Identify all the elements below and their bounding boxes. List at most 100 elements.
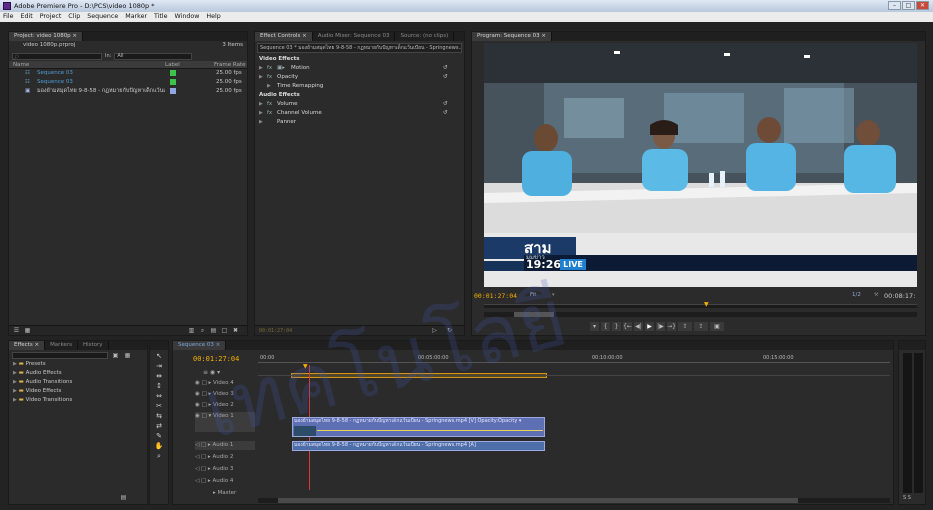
play-audio-icon[interactable]: ▷ [430,326,439,335]
opacity-rubberband[interactable] [317,430,543,431]
col-frame-rate[interactable]: Frame Rate [214,61,246,69]
timeline-scroll-thumb[interactable] [278,498,798,503]
program-time-ruler[interactable] [484,304,917,308]
program-current-timecode[interactable]: 00:01:27:04 [474,292,517,300]
step-back-icon[interactable]: ◀| [634,322,643,331]
menu-sequence[interactable]: Sequence [87,12,118,22]
fx-badge-icon[interactable]: fx [267,100,272,109]
lock-icon[interactable]: □ [202,391,207,397]
export-frame-icon[interactable]: ▣ [710,322,724,331]
speaker-icon[interactable]: ◁ [195,454,199,460]
menu-file[interactable]: File [3,12,14,22]
timeline-scrollbar[interactable] [258,498,890,503]
step-forward-icon[interactable]: |▶ [656,322,665,331]
track-video-4[interactable]: ◉ □ ▸ Video 4 [195,379,255,388]
reset-icon[interactable]: ↺ [443,64,448,73]
hand-tool-icon[interactable]: ✋ [155,442,164,450]
loop-icon[interactable]: ↻ [445,326,454,335]
lock-icon[interactable]: □ [202,413,207,419]
speaker-icon[interactable]: ◁ [195,466,199,472]
go-to-out-icon[interactable]: →} [667,322,676,331]
menu-clip[interactable]: Clip [68,12,80,22]
tab-markers[interactable]: Markers [45,341,78,350]
effect-controls-timecode[interactable]: 00:01:27:04 [259,328,292,334]
minimize-button[interactable]: – [888,1,901,10]
track-master[interactable]: ▸ Master [195,489,255,498]
folder-video-effects[interactable]: ▶ ▬ Video Effects [9,387,147,396]
sequence-clip-select[interactable]: Sequence 03 * มองย้ามสมุดไทย 9-8-58 - กฏ… [257,43,462,53]
disclosure-triangle-icon[interactable]: ▶ [259,109,263,118]
disclosure-triangle-icon[interactable]: ▶ [259,73,263,82]
trash-icon[interactable]: ✖ [231,326,240,335]
rate-stretch-tool-icon[interactable]: ⇔ [156,392,162,400]
lift-icon[interactable]: ⇧ [678,322,692,331]
menu-edit[interactable]: Edit [21,12,33,22]
fit-dropdown-icon[interactable]: ▾ [552,292,555,298]
timeline-ruler[interactable]: 00:00 00:05:00:00 00:10:00:00 00:15:00:0… [258,355,890,363]
effect-opacity[interactable]: ▶ fx Opacity ↺ [255,73,464,82]
marker-icon[interactable]: ▾ [590,322,599,331]
track-video-1[interactable]: ◉ □ ▾ Video 1 [195,412,255,432]
tab-project[interactable]: Project: video 1080p × [9,32,84,41]
effect-time-remapping[interactable]: ▶ Time Remapping [255,82,464,91]
tab-program[interactable]: Program: Sequence 03 × [472,32,553,41]
disclosure-triangle-icon[interactable]: ▶ [259,64,263,73]
tab-effect-controls[interactable]: Effect Controls × [255,32,313,41]
project-search-input[interactable]: 🔎︎ [12,52,102,61]
extract-icon[interactable]: ⇪ [694,322,708,331]
disclosure-triangle-icon[interactable]: ▶ [267,82,271,91]
lock-icon[interactable]: □ [202,380,207,386]
fx-badge-icon[interactable]: fx [267,109,272,118]
disclosure-triangle-icon[interactable]: ▶ [13,370,17,376]
list-view-icon[interactable]: ☰ [12,326,21,335]
tab-history[interactable]: History [78,341,109,350]
folder-audio-effects[interactable]: ▶ ▬ Audio Effects [9,369,147,378]
speaker-icon[interactable]: ◁ [195,442,199,448]
slide-tool-icon[interactable]: ⇄ [156,422,162,430]
accelerated-effects-icon[interactable]: ▣ [111,351,120,360]
audio-clip[interactable]: มองย้ามสมุดไทย 9-8-58 - กฏหมายกับปัญหาเด… [292,441,545,451]
video-clip[interactable]: มองย้ามสมุดไทย 9-8-58 - กฏหมายกับปัญหาเด… [292,417,545,437]
folder-video-transitions[interactable]: ▶ ▬ Video Transitions [9,396,147,405]
lock-icon[interactable]: □ [201,454,206,460]
effect-volume[interactable]: ▶ fx Volume ↺ [255,100,464,109]
in-filter-select[interactable]: All [114,52,193,60]
new-item-icon[interactable]: □ [220,326,229,335]
menu-project[interactable]: Project [40,12,62,22]
menu-help[interactable]: Help [206,12,220,22]
folder-audio-transitions[interactable]: ▶ ▬ Audio Transitions [9,378,147,387]
track-video-2[interactable]: ◉ □ ▸ Video 2 [195,401,255,410]
solo-buttons[interactable]: S S [903,495,911,501]
zoom-bar-handle[interactable] [514,312,554,317]
track-video-3[interactable]: ◉ □ ▸ Video 3 [195,390,255,399]
eye-icon[interactable]: ◉ [195,380,200,386]
track-audio-3[interactable]: ◁ □ ▸ Audio 3 [195,465,255,474]
eye-icon[interactable]: ◉ [195,413,200,419]
disclosure-triangle-icon[interactable]: ▶ [13,388,17,394]
project-item-clip[interactable]: ▣ มองย้ามสมุดไทย 9-8-58 - กฏหมายกับปัญหา… [9,87,247,96]
col-label[interactable]: Label [165,61,180,69]
effect-channel-volume[interactable]: ▶ fx Channel Volume ↺ [255,109,464,118]
close-button[interactable]: ✕ [916,1,929,10]
slip-tool-icon[interactable]: ⇆ [156,412,162,420]
menu-marker[interactable]: Marker [125,12,147,22]
playhead-marker-icon[interactable]: ▼ [303,363,308,370]
menu-title[interactable]: Title [154,12,168,22]
find-icon[interactable]: ⌕ [198,326,207,335]
disclosure-triangle-icon[interactable]: ▶ [259,118,263,127]
automate-icon[interactable]: ▥ [187,326,196,335]
speaker-icon[interactable]: ◁ [195,478,199,484]
mark-in-icon[interactable]: { [601,322,610,331]
disclosure-triangle-icon[interactable]: ▶ [259,100,263,109]
track-audio-4[interactable]: ◁ □ ▸ Audio 4 [195,477,255,486]
lock-icon[interactable]: □ [201,442,206,448]
selection-tool-icon[interactable]: ↖ [156,352,162,360]
menu-window[interactable]: Window [175,12,200,22]
reset-icon[interactable]: ↺ [443,100,448,109]
tab-sequence[interactable]: Sequence 03 × [173,341,227,350]
folder-presets[interactable]: ▶ ▬ Presets [9,360,147,369]
razor-tool-icon[interactable]: ✂ [156,402,162,410]
yuv-effects-icon[interactable]: ▦ [123,351,132,360]
tab-effects[interactable]: Effects × [9,341,46,350]
track-select-tool-icon[interactable]: ⇥ [156,362,162,370]
